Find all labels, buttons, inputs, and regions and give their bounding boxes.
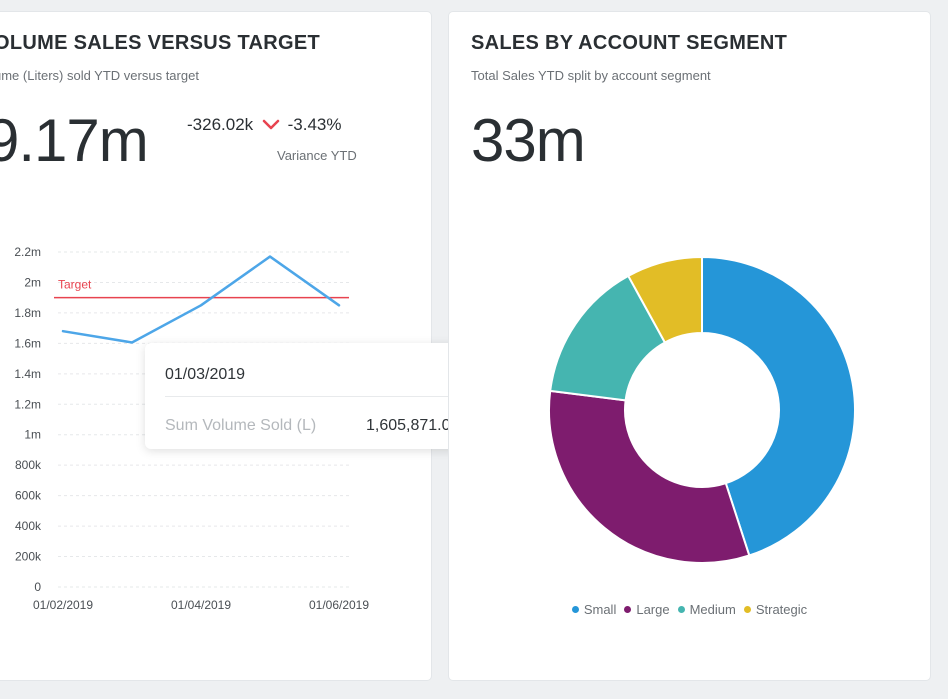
- legend-dot: [677, 606, 685, 614]
- target-label: Target: [58, 278, 92, 292]
- data-point[interactable]: [130, 340, 134, 344]
- tooltip-label: Sum Volume Sold (L): [165, 417, 317, 434]
- variance-row: -326.02k -3.43%: [187, 115, 342, 136]
- legend-label: Large: [636, 602, 670, 617]
- y-tick-label: 1.6m: [14, 336, 41, 350]
- legend-label: Small: [583, 602, 617, 617]
- data-point[interactable]: [268, 255, 272, 259]
- y-tick-label: 800k: [15, 458, 42, 472]
- y-tick-label: 1.8m: [14, 306, 41, 320]
- x-tick-label: 01/06/2019: [309, 598, 369, 612]
- y-tick-label: 200k: [15, 550, 42, 564]
- data-point[interactable]: [199, 303, 203, 307]
- legend-dot: [743, 606, 751, 614]
- card-subtitle: Total Sales YTD split by account segment: [471, 68, 711, 83]
- series-line: [61, 255, 341, 344]
- legend-item-small[interactable]: Small: [571, 602, 617, 617]
- variance-label: Variance YTD: [277, 148, 357, 163]
- y-tick-label: 1.4m: [14, 367, 41, 381]
- y-tick-label: 2m: [24, 275, 41, 289]
- legend-label: Medium: [689, 602, 736, 617]
- chevron-down-icon: [262, 116, 280, 136]
- y-tick-label: 0: [34, 580, 41, 594]
- legend-item-large[interactable]: Large: [624, 602, 670, 617]
- card-subtitle: ume (Liters) sold YTD versus target: [0, 68, 199, 83]
- legend-dot: [571, 606, 579, 614]
- x-tick-label: 01/04/2019: [171, 598, 231, 612]
- legend-label: Strategic: [755, 602, 808, 617]
- data-point[interactable]: [61, 329, 65, 333]
- tooltip-value: 1,605,871.00: [366, 417, 460, 434]
- legend-item-medium[interactable]: Medium: [677, 602, 736, 617]
- variance-absolute: -326.02k: [187, 115, 254, 134]
- kpi-value: 9.17m: [0, 107, 149, 174]
- y-tick-label: 1m: [24, 428, 41, 442]
- tooltip-divider: [165, 396, 480, 397]
- donut-legend: Small Large Medium Strategic: [449, 602, 930, 617]
- data-point[interactable]: [337, 303, 341, 307]
- variance-percent: -3.43%: [287, 115, 342, 134]
- y-tick-label: 400k: [15, 519, 42, 533]
- x-tick-label: 01/02/2019: [33, 598, 93, 612]
- kpi-value: 33m: [471, 107, 586, 174]
- y-tick-label: 2.2m: [14, 245, 41, 259]
- y-tick-label: 600k: [15, 489, 42, 503]
- y-tick-label: 1.2m: [14, 397, 41, 411]
- card-title: SALES BY ACCOUNT SEGMENT: [471, 32, 788, 54]
- card-title: OLUME SALES VERSUS TARGET: [0, 32, 321, 54]
- segment-donut-chart: [548, 255, 856, 564]
- account-segment-card: SALES BY ACCOUNT SEGMENT Total Sales YTD…: [449, 12, 930, 680]
- chart-tooltip: 01/03/2019 Sum Volume Sold (L) 1,605,871…: [145, 343, 500, 449]
- tooltip-date: 01/03/2019: [165, 366, 246, 383]
- legend-dot: [624, 606, 632, 614]
- donut-slice-large[interactable]: [548, 389, 751, 564]
- legend-item-strategic[interactable]: Strategic: [743, 602, 808, 617]
